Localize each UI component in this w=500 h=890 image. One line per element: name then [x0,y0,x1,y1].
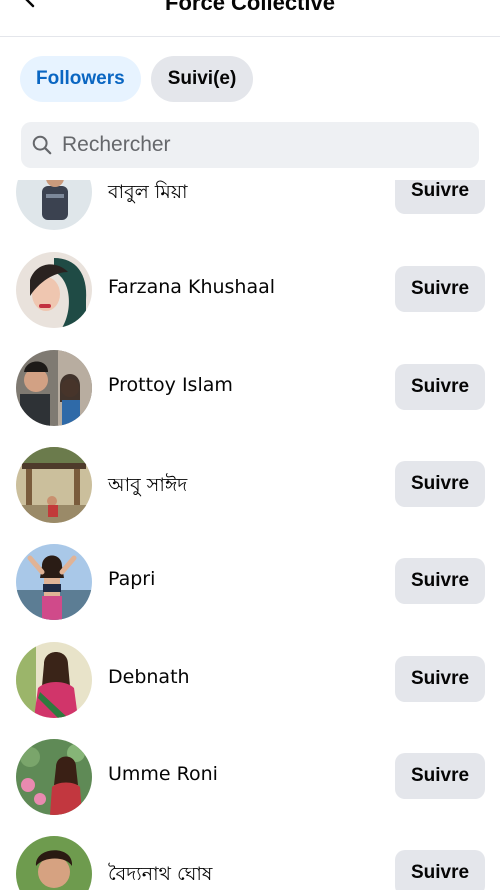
avatar[interactable] [16,350,92,426]
follower-name: Farzana Khushaal [108,276,276,298]
top-bar: Force Collective [0,0,500,37]
list-item[interactable]: বৈদ্যনাথ ঘোষ Suivre [0,836,500,890]
avatar[interactable] [16,544,92,620]
follower-name: Debnath [108,666,190,688]
avatar[interactable] [16,252,92,328]
search-placeholder: Rechercher [62,133,171,156]
follow-button[interactable]: Suivre [395,656,485,702]
tab-following[interactable]: Suivi(e) [150,56,254,102]
follow-button[interactable]: Suivre [395,850,485,890]
list-item[interactable]: Umme Roni Suivre [0,739,500,836]
avatar[interactable] [16,180,92,230]
list-item[interactable]: Farzana Khushaal Suivre [0,252,500,349]
list-item[interactable]: Prottoy Islam Suivre [0,350,500,447]
page-title: Force Collective [165,0,335,15]
followers-list: বাবুল মিয়া Suivre Farzana Khushaal Suiv… [0,180,500,890]
follower-name: বাবুল মিয়া [108,181,188,203]
avatar[interactable] [16,836,92,890]
follow-button[interactable]: Suivre [395,364,485,410]
follower-name: Papri [108,568,156,590]
follow-button[interactable]: Suivre [395,461,485,507]
follower-name: Prottoy Islam [108,374,233,396]
avatar[interactable] [16,642,92,718]
avatar[interactable] [16,739,92,815]
list-item[interactable]: Debnath Suivre [0,642,500,739]
follow-button[interactable]: Suivre [395,266,485,312]
follower-name: আবু সাঈদ [108,474,188,496]
follower-name: Umme Roni [108,763,218,785]
list-item[interactable]: Papri Suivre [0,544,500,641]
follower-name: বৈদ্যনাথ ঘোষ [108,863,213,885]
tab-followers[interactable]: Followers [20,56,141,102]
search-icon [32,135,52,155]
list-item[interactable]: আবু সাঈদ Suivre [0,447,500,544]
avatar[interactable] [16,447,92,523]
list-item[interactable]: বাবুল মিয়া Suivre [0,180,500,251]
follow-button[interactable]: Suivre [395,558,485,604]
follow-button[interactable]: Suivre [395,753,485,799]
follow-button[interactable]: Suivre [395,180,485,214]
search-input[interactable]: Rechercher [21,122,479,168]
tab-bar: Followers Suivi(e) [20,56,254,102]
